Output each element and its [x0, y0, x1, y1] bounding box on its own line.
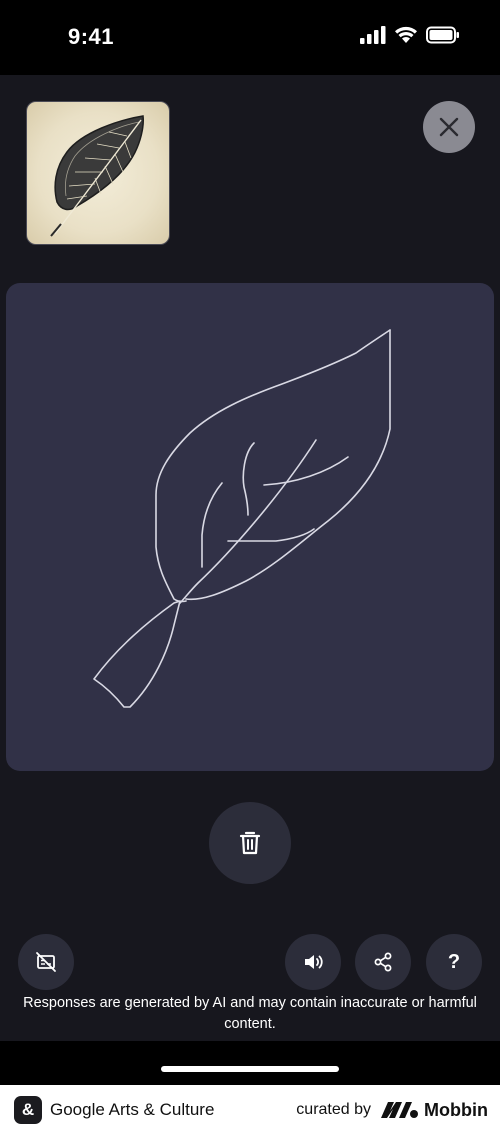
- status-bar: 9:41: [0, 0, 500, 75]
- caption-off-icon: [36, 952, 56, 972]
- footer-app: & Google Arts & Culture: [14, 1085, 214, 1135]
- mobbin-brand: Mobbin: [381, 1100, 488, 1121]
- home-indicator[interactable]: [161, 1066, 339, 1072]
- audio-button[interactable]: [285, 934, 341, 990]
- footer-credit: curated by Mobbin: [296, 1085, 488, 1135]
- ai-disclaimer: Responses are generated by AI and may co…: [23, 995, 477, 1032]
- help-button[interactable]: ?: [426, 934, 482, 990]
- drawing-canvas[interactable]: [6, 283, 494, 771]
- share-button[interactable]: [355, 934, 411, 990]
- attribution-footer: & Google Arts & Culture curated by Mobbi…: [0, 1085, 500, 1135]
- battery-icon: [426, 26, 459, 44]
- help-label: ?: [447, 950, 461, 973]
- app-logo-icon: &: [14, 1096, 42, 1124]
- speaker-icon: [305, 955, 323, 969]
- status-time: 9:41: [68, 24, 115, 49]
- mobbin-logo-icon: [381, 1102, 419, 1118]
- app-content: ? Responses are generated by AI and may …: [0, 75, 500, 1041]
- cellular-signal-icon: [360, 26, 386, 44]
- share-icon: [374, 952, 392, 972]
- clear-drawing-button[interactable]: [209, 802, 291, 884]
- wifi-icon: [395, 26, 417, 43]
- footer-app-name: Google Arts & Culture: [50, 1100, 215, 1119]
- trash-icon: [239, 831, 261, 855]
- mobbin-brand-label: Mobbin: [424, 1099, 488, 1120]
- home-indicator-area: [0, 1041, 500, 1085]
- close-button[interactable]: [423, 101, 475, 153]
- curated-by-label: curated by: [296, 1101, 372, 1118]
- user-leaf-drawing: [93, 329, 391, 708]
- close-icon: [439, 117, 459, 137]
- leaf-sketch-image: [50, 115, 144, 237]
- reference-artwork-thumbnail[interactable]: [26, 101, 170, 245]
- toggle-captions-button[interactable]: [18, 934, 74, 990]
- status-icons: [360, 26, 460, 44]
